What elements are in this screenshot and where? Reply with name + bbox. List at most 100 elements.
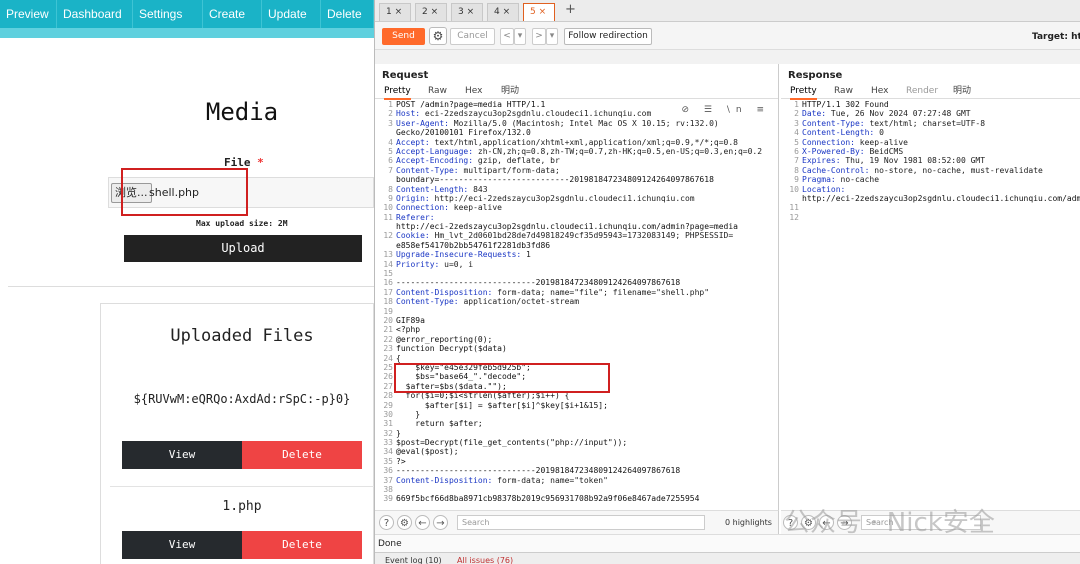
line-number: 7: [388, 165, 393, 175]
line-number: 1: [388, 100, 393, 109]
code-line: http://eci-2zedszaycu3op2sgdnlu.cloudeci…: [781, 194, 1080, 203]
highlights-count: 0 highlights: [725, 518, 772, 527]
add-tab-button[interactable]: +: [565, 2, 576, 17]
line-text: function Decrypt($data): [396, 344, 507, 354]
tab-extra[interactable]: 明动: [501, 84, 519, 98]
view-button[interactable]: View: [122, 531, 242, 559]
follow-redirection-button[interactable]: Follow redirection: [564, 28, 652, 45]
line-number: 5: [794, 137, 799, 147]
line-number: 10: [789, 184, 799, 194]
code-line: 7 Content-Type: multipart/form-data;: [375, 166, 778, 175]
repeater-tab-active[interactable]: 5 ×: [523, 3, 555, 21]
line-text: Upgrade-Insecure-Requests: 1: [396, 250, 531, 260]
repeater-tab[interactable]: 4 ×: [487, 3, 519, 21]
nav-preview[interactable]: Preview: [0, 0, 57, 28]
forward-menu-button[interactable]: ▾: [546, 28, 558, 45]
tab-hex[interactable]: Hex: [465, 84, 482, 98]
all-issues-button[interactable]: All issues (76): [457, 556, 513, 564]
code-line: 3 User-Agent: Mozilla/5.0 (Macintosh; Int…: [375, 119, 778, 128]
nav-settings[interactable]: Settings: [133, 0, 203, 28]
divider: [110, 486, 374, 487]
tab-raw[interactable]: Raw: [428, 84, 447, 98]
line-number: 9: [794, 175, 799, 185]
line-number: 11: [383, 212, 393, 222]
line-number: 4: [794, 128, 799, 138]
line-text: Connection: keep-alive: [802, 137, 908, 147]
line-text: HTTP/1.1 302 Found: [802, 100, 889, 109]
panel-gap: [375, 50, 1080, 64]
arrow-left-icon[interactable]: ←: [415, 515, 430, 530]
code-line: 13 Upgrade-Insecure-Requests: 1: [375, 250, 778, 259]
gear-icon[interactable]: ⚙: [397, 515, 412, 530]
delete-button[interactable]: Delete: [242, 531, 362, 559]
forward-button[interactable]: >: [532, 28, 546, 45]
delete-button[interactable]: Delete: [242, 441, 362, 469]
nav-create[interactable]: Create: [203, 0, 262, 28]
line-text: Origin: http://eci-2zedszaycu3op2sgdnlu.…: [396, 193, 695, 203]
arrow-right-icon[interactable]: →: [433, 515, 448, 530]
line-text: Pragma: no-cache: [802, 175, 880, 185]
line-text: User-Agent: Mozilla/5.0 (Macintosh; Inte…: [396, 118, 719, 128]
nav-dashboard[interactable]: Dashboard: [57, 0, 133, 28]
line-text: Accept-Language: zh-CN,zh;q=0.8,zh-TW;q=…: [396, 146, 763, 156]
line-number: 19: [383, 306, 393, 316]
line-text: 669f5bcf66d8ba8971cb98378b2019c956931708…: [396, 494, 700, 504]
line-number: 5: [388, 146, 393, 156]
screen: Preview Dashboard Settings Create Update…: [0, 0, 1080, 564]
code-line: 1 POST /admin?page=media HTTP/1.1: [375, 100, 778, 109]
repeater-tab[interactable]: 1 ×: [379, 3, 411, 21]
view-button[interactable]: View: [122, 441, 242, 469]
line-text: Accept: text/html,application/xhtml+xml,…: [396, 137, 738, 147]
back-menu-button[interactable]: ▾: [514, 28, 526, 45]
request-search-input[interactable]: Search: [457, 515, 705, 530]
repeater-tab[interactable]: 2 ×: [415, 3, 447, 21]
line-text: Referer:: [396, 212, 435, 222]
tab-render[interactable]: Render: [906, 84, 938, 98]
line-text: Accept-Encoding: gzip, deflate, br: [396, 156, 560, 166]
repeater-tab[interactable]: 3 ×: [451, 3, 483, 21]
tab-raw[interactable]: Raw: [834, 84, 853, 98]
code-line: Gecko/20100101 Firefox/132.0: [375, 128, 778, 137]
cancel-button[interactable]: Cancel: [450, 28, 495, 45]
line-text: Connection: keep-alive: [396, 203, 502, 213]
line-number: 32: [383, 428, 393, 438]
code-line: 1 HTTP/1.1 302 Found: [781, 100, 1080, 109]
line-text: boundary=---------------------------2019…: [396, 175, 714, 185]
status-text: Done: [378, 539, 402, 549]
send-button[interactable]: Send: [382, 28, 425, 45]
code-line: 9 Pragma: no-cache: [781, 175, 1080, 184]
line-number: 34: [383, 447, 393, 457]
nav-delete[interactable]: Delete: [321, 0, 374, 28]
line-number: 23: [383, 344, 393, 354]
nav-update[interactable]: Update: [262, 0, 321, 28]
upload-button[interactable]: Upload: [124, 235, 362, 262]
code-line: 34 @eval($post);: [375, 447, 778, 456]
code-line: e858ef54170b2bb54761f2281db3fd86: [375, 241, 778, 250]
response-viewer[interactable]: 1 HTTP/1.1 302 Found 2 Date: Tue, 26 Nov 20…: [781, 100, 1080, 222]
code-line: 12: [781, 213, 1080, 222]
line-number: 3: [794, 118, 799, 128]
help-icon[interactable]: ?: [379, 515, 394, 530]
tab-hex[interactable]: Hex: [871, 84, 888, 98]
line-text: }: [396, 428, 401, 438]
tab-pretty[interactable]: Pretty: [790, 84, 817, 100]
line-number: 14: [383, 259, 393, 269]
tab-pretty[interactable]: Pretty: [384, 84, 411, 100]
request-editor[interactable]: 1 POST /admin?page=media HTTP/1.1 2 Host: e…: [375, 100, 778, 504]
code-line: 37 Content-Disposition: form-data; name="…: [375, 476, 778, 485]
line-text: X-Powered-By: BeidCMS: [802, 146, 904, 156]
code-line: 11: [781, 203, 1080, 212]
line-number: 15: [383, 269, 393, 279]
line-text: http://eci-2zedszaycu3op2sgdnlu.cloudeci…: [396, 222, 738, 232]
code-line: 10 Location:: [781, 185, 1080, 194]
repeater-tab-bar: 1 × 2 × 3 × 4 × 5 × +: [375, 0, 1080, 22]
gear-icon[interactable]: ⚙: [429, 27, 447, 45]
code-line: 17 Content-Disposition: form-data; name="…: [375, 288, 778, 297]
line-number: 17: [383, 287, 393, 297]
back-button[interactable]: <: [500, 28, 514, 45]
tab-extra[interactable]: 明动: [953, 84, 971, 98]
uploaded-file-name: ${RUVwM:eQRQo:AxdAd:rSpC:-p}0}: [133, 392, 351, 406]
code-line: 15: [375, 269, 778, 278]
line-number: 6: [388, 156, 393, 166]
event-log-button[interactable]: Event log (10): [385, 556, 442, 564]
